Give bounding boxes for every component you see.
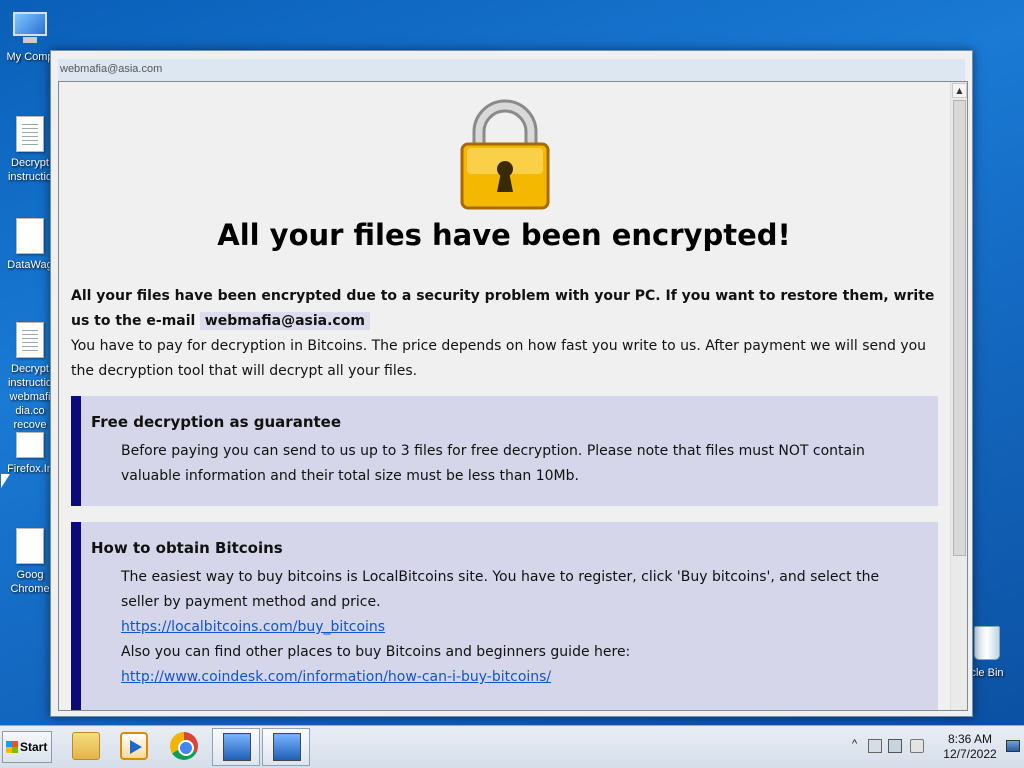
- taskbar-explorer[interactable]: [62, 728, 110, 766]
- section-text: The easiest way to buy bitcoins is Local…: [121, 569, 880, 610]
- clock-time: 8:36 AM: [947, 732, 993, 746]
- padlock-icon: [460, 99, 550, 210]
- taskbar: Start ^ 8:36 AM 12/7/2022: [0, 725, 1024, 768]
- vertical-scrollbar[interactable]: ▲: [950, 82, 967, 710]
- taskbar-app-2[interactable]: [262, 728, 310, 766]
- intro-text: You have to pay for decryption in Bitcoi…: [71, 338, 927, 379]
- localbitcoins-link[interactable]: https://localbitcoins.com/buy_bitcoins: [121, 619, 385, 635]
- scrollbar-thumb[interactable]: [953, 100, 966, 556]
- text-document-icon: [16, 116, 44, 152]
- media-player-icon: [120, 732, 148, 760]
- blank-document-icon: [16, 432, 44, 458]
- scroll-up-button[interactable]: ▲: [952, 83, 967, 98]
- intro-paragraph: All your files have been encrypted due t…: [71, 284, 941, 384]
- taskbar-app-1[interactable]: [212, 728, 260, 766]
- blank-document-icon: [16, 218, 44, 254]
- windows-logo-icon: [6, 741, 18, 753]
- folder-icon: [72, 732, 100, 760]
- recycle-bin-icon: [974, 626, 1000, 660]
- chrome-icon: [170, 732, 198, 760]
- text-document-icon: [16, 322, 44, 358]
- clock[interactable]: 8:36 AM 12/7/2022: [940, 732, 1000, 762]
- mouse-cursor-icon: [1, 474, 10, 488]
- start-button[interactable]: Start: [2, 731, 52, 763]
- clock-date: 12/7/2022: [943, 747, 997, 761]
- obtain-bitcoins-section: How to obtain Bitcoins The easiest way t…: [71, 522, 938, 710]
- section-title: How to obtain Bitcoins: [91, 539, 283, 557]
- window-content-area: All your files have been encrypted! All …: [58, 81, 968, 711]
- contact-email: webmafia@asia.com: [199, 312, 370, 330]
- network-app-icon: [273, 733, 301, 761]
- network-app-icon: [223, 733, 251, 761]
- section-text: Before paying you can send to us up to 3…: [121, 443, 865, 484]
- network-disconnected-icon[interactable]: [888, 739, 902, 753]
- computer-icon: [11, 12, 49, 44]
- free-decryption-section: Free decryption as guarantee Before payi…: [71, 396, 938, 506]
- flag-icon[interactable]: [868, 739, 882, 753]
- taskbar-media-player[interactable]: [110, 728, 158, 766]
- ransom-note-window: webmafia@asia.com All your files have be…: [50, 50, 973, 717]
- blank-document-icon: [16, 528, 44, 564]
- taskbar-chrome[interactable]: [160, 728, 208, 766]
- note-heading: All your files have been encrypted!: [217, 218, 791, 252]
- window-title: webmafia@asia.com: [58, 59, 965, 81]
- volume-icon[interactable]: [910, 739, 924, 753]
- system-tray: ^ 8:36 AM 12/7/2022: [848, 726, 1024, 768]
- start-label: Start: [20, 740, 48, 754]
- show-desktop-icon[interactable]: [1006, 740, 1020, 752]
- show-hidden-icons-chevron[interactable]: ^: [852, 738, 857, 750]
- section-text: Also you can find other places to buy Bi…: [121, 644, 631, 660]
- coindesk-link[interactable]: http://www.coindesk.com/information/how-…: [121, 669, 551, 685]
- note-content: All your files have been encrypted! All …: [59, 82, 949, 710]
- section-title: Free decryption as guarantee: [91, 413, 342, 431]
